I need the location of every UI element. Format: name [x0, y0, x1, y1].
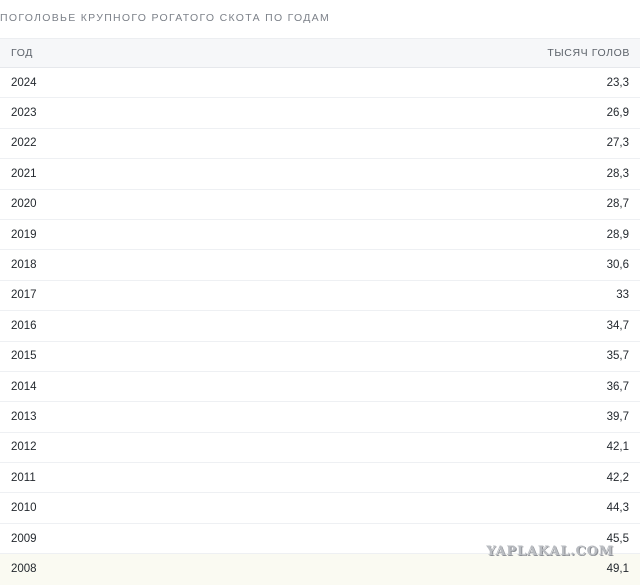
table-row: 2013 39,7 [0, 402, 640, 433]
cell-thousand-heads: 27,3 [606, 137, 629, 150]
table-row: 2018 30,6 [0, 250, 640, 281]
site-watermark: YAPLAKAL.COM [486, 544, 614, 559]
cell-year: 2019 [11, 228, 37, 241]
cell-year: 2015 [11, 350, 37, 363]
cell-year: 2016 [11, 319, 37, 332]
table-row: 2024 23,3 [0, 68, 640, 99]
cell-thousand-heads: 49,1 [606, 563, 629, 576]
table-row: 2019 28,9 [0, 220, 640, 251]
table-row: 2016 34,7 [0, 311, 640, 342]
table-body: 2024 23,3 2023 26,9 2022 27,3 2021 28,3 2020 28,7… [0, 68, 640, 585]
cell-year: 2012 [11, 441, 37, 454]
table-row: 2014 36,7 [0, 372, 640, 403]
cell-year: 2020 [11, 198, 37, 211]
table-row: 2021 28,3 [0, 159, 640, 190]
table-row: 2015 35,7 [0, 342, 640, 372]
cell-thousand-heads: 26,9 [606, 107, 629, 120]
table-header: ГОД ТЫСЯЧ ГОЛОВ [0, 39, 640, 68]
table-row: 2022 27,3 [0, 129, 640, 160]
table-row: 2010 44,3 [0, 493, 640, 524]
table-row: 2023 26,9 [0, 98, 640, 129]
cell-thousand-heads: 42,1 [606, 441, 629, 454]
cell-year: 2009 [11, 532, 37, 545]
table-row: 2020 28,7 [0, 190, 640, 220]
cell-thousand-heads: 36,7 [606, 380, 629, 393]
cell-year: 2021 [11, 167, 37, 180]
cell-thousand-heads: 28,3 [606, 167, 629, 180]
cell-thousand-heads: 28,9 [606, 228, 629, 241]
cell-year: 2023 [11, 107, 37, 120]
header-year: ГОД [11, 47, 33, 59]
cell-thousand-heads: 35,7 [606, 350, 629, 363]
table-row: 2011 42,2 [0, 463, 640, 494]
cell-thousand-heads: 44,3 [606, 502, 629, 515]
cell-thousand-heads: 45,5 [606, 532, 629, 545]
cell-thousand-heads: 30,6 [606, 259, 629, 272]
cell-year: 2018 [11, 259, 37, 272]
cell-year: 2017 [11, 289, 37, 302]
cell-thousand-heads: 42,2 [606, 471, 629, 484]
cell-thousand-heads: 28,7 [606, 198, 629, 211]
cell-year: 2008 [11, 563, 37, 576]
cell-year: 2011 [11, 471, 36, 484]
table-row: 2017 33 [0, 281, 640, 312]
table-row: 2012 42,1 [0, 433, 640, 464]
cell-year: 2024 [11, 76, 37, 89]
cell-thousand-heads: 34,7 [606, 319, 629, 332]
table-caption: ПОГОЛОВЬЕ КРУПНОГО РОГАТОГО СКОТА ПО ГОД… [0, 12, 331, 24]
header-thousand-heads: ТЫСЯЧ ГОЛОВ [547, 47, 630, 59]
cell-year: 2014 [11, 380, 37, 393]
livestock-table: ГОД ТЫСЯЧ ГОЛОВ 2024 23,3 2023 26,9 2022 27,3… [0, 38, 640, 585]
cell-thousand-heads: 23,3 [606, 76, 629, 89]
cell-thousand-heads: 39,7 [606, 410, 629, 423]
cell-year: 2013 [11, 410, 37, 423]
cell-thousand-heads: 33 [616, 289, 629, 302]
cell-year: 2010 [11, 502, 37, 515]
cell-year: 2022 [11, 137, 37, 150]
